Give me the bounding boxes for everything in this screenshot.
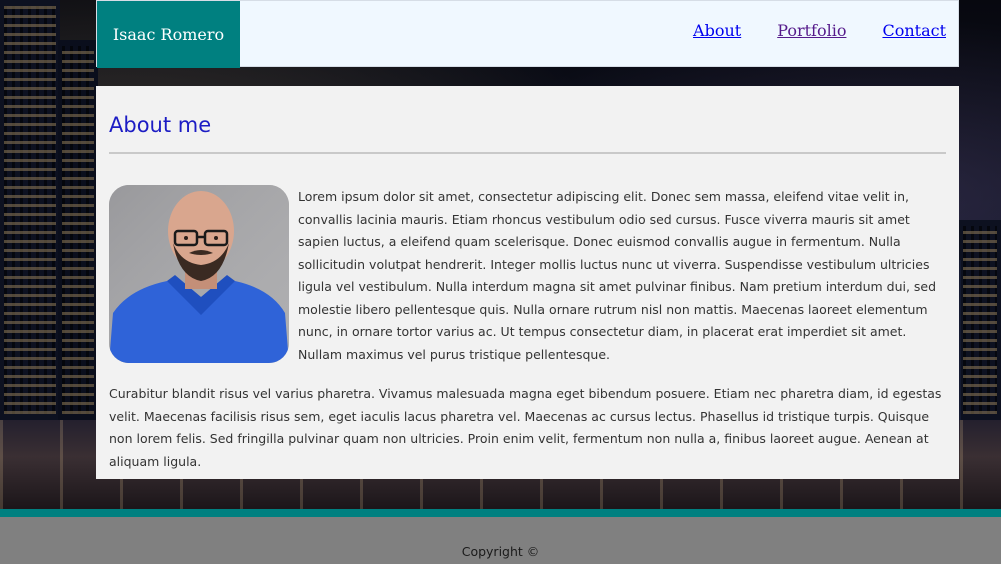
site-header: Isaac Romero About Portfolio Contact xyxy=(96,0,959,68)
bio-paragraph-2: Curabitur blandit risus vel varius phare… xyxy=(109,386,942,469)
site-brand[interactable]: Isaac Romero xyxy=(97,1,240,68)
nav-link-portfolio[interactable]: Portfolio xyxy=(777,21,846,40)
background-building xyxy=(0,0,60,420)
background-building xyxy=(959,220,1001,420)
nav-link-about[interactable]: About xyxy=(693,21,741,40)
page-title: About me xyxy=(109,113,212,137)
site-footer: Copyright © xyxy=(0,517,1001,564)
background-building xyxy=(58,40,98,420)
profile-photo xyxy=(109,185,289,363)
copyright-text: Copyright © xyxy=(461,544,540,559)
title-divider xyxy=(109,152,946,154)
main-nav: About Portfolio Contact xyxy=(693,21,946,40)
footer-accent-bar xyxy=(0,509,1001,517)
nav-link-contact[interactable]: Contact xyxy=(882,21,946,40)
bio-paragraph-1: Lorem ipsum dolor sit amet, consectetur … xyxy=(298,189,937,362)
bio-block: Lorem ipsum dolor sit amet, consectetur … xyxy=(109,185,946,366)
about-section: About me Lorem ipsum dolor sit amet, con… xyxy=(96,86,959,479)
